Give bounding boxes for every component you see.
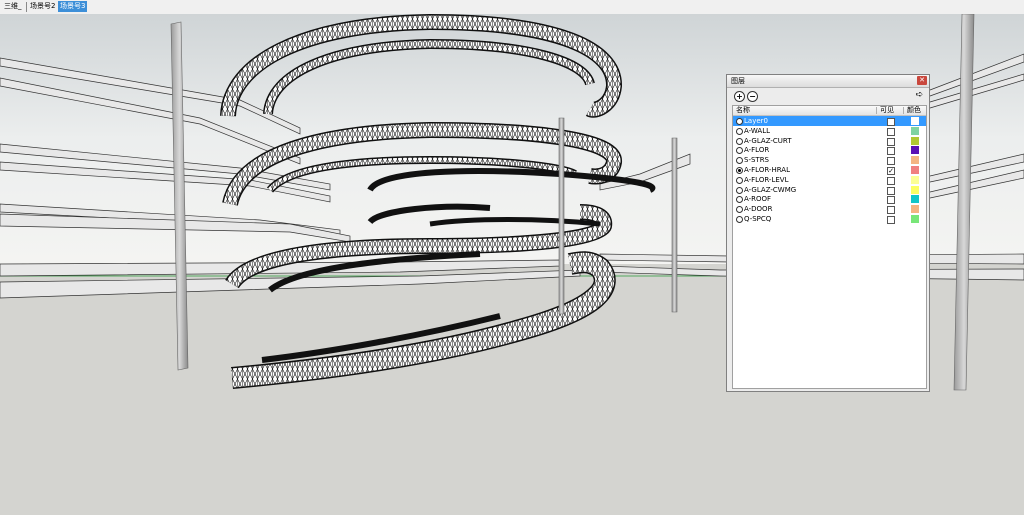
layer-name: S-STRS xyxy=(744,156,769,165)
active-layer-radio[interactable] xyxy=(736,137,743,145)
column-header-color[interactable]: 颜色 xyxy=(907,106,921,115)
layer-row[interactable]: Q-SPCQ xyxy=(733,214,926,224)
layer-row[interactable]: A-GLAZ-CURT xyxy=(733,136,926,146)
layer-color-swatch[interactable] xyxy=(911,166,919,174)
header-divider xyxy=(876,107,877,114)
visible-checkbox[interactable] xyxy=(887,147,895,156)
layer-row[interactable]: Layer0 xyxy=(733,116,926,126)
layer-color-swatch[interactable] xyxy=(911,215,919,223)
layers-list: 名称 可见 颜色 Layer0 A-WALL A-GLAZ-CURT A-FLOR S-… xyxy=(732,105,927,389)
active-layer-radio[interactable] xyxy=(736,127,743,135)
tab-scene-2[interactable]: 场景号2 xyxy=(28,1,57,12)
active-layer-radio[interactable] xyxy=(736,176,743,184)
header-divider xyxy=(903,107,904,114)
layers-panel-title: 图层 xyxy=(731,77,745,85)
layers-panel-titlebar[interactable]: 图层 ✕ xyxy=(727,75,929,88)
layers-list-header: 名称 可见 颜色 xyxy=(733,106,926,116)
layer-color-swatch[interactable] xyxy=(911,117,919,125)
column-center xyxy=(558,117,565,315)
tab-scene-3[interactable]: 场景号3 xyxy=(58,1,88,12)
layer-name: A-ROOF xyxy=(744,195,772,204)
layer-name: A-FLOR-HRAL xyxy=(744,166,790,174)
tab-separator xyxy=(26,2,27,12)
active-layer-radio[interactable] xyxy=(736,206,743,214)
layer-name: A-GLAZ-CURT xyxy=(744,136,792,145)
layer-name: A-FLOR xyxy=(744,146,770,155)
active-layer-radio[interactable] xyxy=(736,157,743,165)
layer-row[interactable]: A-WALL xyxy=(733,126,926,136)
layer-color-swatch[interactable] xyxy=(911,205,919,214)
layers-panel: 图层 ✕ + − ➪ 名称 可见 颜色 Layer0 A-WALL A-GLAZ-C… xyxy=(726,74,930,392)
layer-row[interactable]: S-STRS xyxy=(733,155,926,166)
layer-name: A-FLOR-LEVL xyxy=(744,175,789,184)
visible-checkbox[interactable] xyxy=(887,137,895,146)
layer-color-swatch[interactable] xyxy=(911,146,919,155)
layer-row[interactable]: A-FLOR xyxy=(733,145,926,156)
layer-color-swatch[interactable] xyxy=(911,175,919,184)
layer-name: Layer0 xyxy=(744,117,768,125)
visible-checkbox[interactable] xyxy=(887,118,895,126)
column-header-visible[interactable]: 可见 xyxy=(880,106,894,115)
visible-checkbox[interactable] xyxy=(887,216,895,224)
active-layer-radio[interactable] xyxy=(736,216,743,223)
add-layer-icon[interactable]: + xyxy=(734,91,745,102)
scene-tab-bar: 三维_ 场景号2 场景号3 xyxy=(0,0,1024,15)
layer-row[interactable]: A-GLAZ-CWMG xyxy=(733,185,926,195)
visible-checkbox[interactable] xyxy=(887,206,895,215)
column-header-name[interactable]: 名称 xyxy=(736,106,750,115)
visible-checkbox[interactable] xyxy=(887,176,895,185)
layer-name: A-GLAZ-CWMG xyxy=(744,185,797,194)
layer-row[interactable]: A-ROOF xyxy=(733,194,926,205)
layer-color-swatch[interactable] xyxy=(911,156,919,165)
close-icon[interactable]: ✕ xyxy=(917,76,927,85)
layer-color-swatch[interactable] xyxy=(911,136,919,145)
active-layer-radio[interactable] xyxy=(736,196,743,204)
layer-name: A-DOOR xyxy=(744,205,773,214)
active-layer-radio[interactable] xyxy=(736,186,743,194)
visible-checkbox[interactable]: ✓ xyxy=(887,167,895,175)
tab-scene-1[interactable]: 三维_ xyxy=(2,1,24,12)
layer-name: A-WALL xyxy=(744,126,771,135)
layer-row[interactable]: A-FLOR-LEVL xyxy=(733,175,926,185)
active-layer-radio[interactable] xyxy=(736,147,743,155)
visible-checkbox[interactable] xyxy=(887,127,895,136)
layer-color-swatch[interactable] xyxy=(911,126,919,135)
layer-color-swatch[interactable] xyxy=(911,185,919,194)
visible-checkbox[interactable] xyxy=(887,186,895,195)
layer-name: Q-SPCQ xyxy=(744,215,772,223)
column-right-small xyxy=(671,137,678,313)
remove-layer-icon[interactable]: − xyxy=(747,91,758,102)
active-layer-radio[interactable] xyxy=(736,118,743,125)
layer-row[interactable]: A-DOOR xyxy=(733,204,926,215)
layer-row[interactable]: A-FLOR-HRAL ✓ xyxy=(733,165,926,175)
details-arrow-icon[interactable]: ➪ xyxy=(915,91,924,100)
layer-color-swatch[interactable] xyxy=(911,195,919,204)
visible-checkbox[interactable] xyxy=(887,196,895,205)
active-layer-radio[interactable] xyxy=(736,167,743,174)
visible-checkbox[interactable] xyxy=(887,157,895,166)
